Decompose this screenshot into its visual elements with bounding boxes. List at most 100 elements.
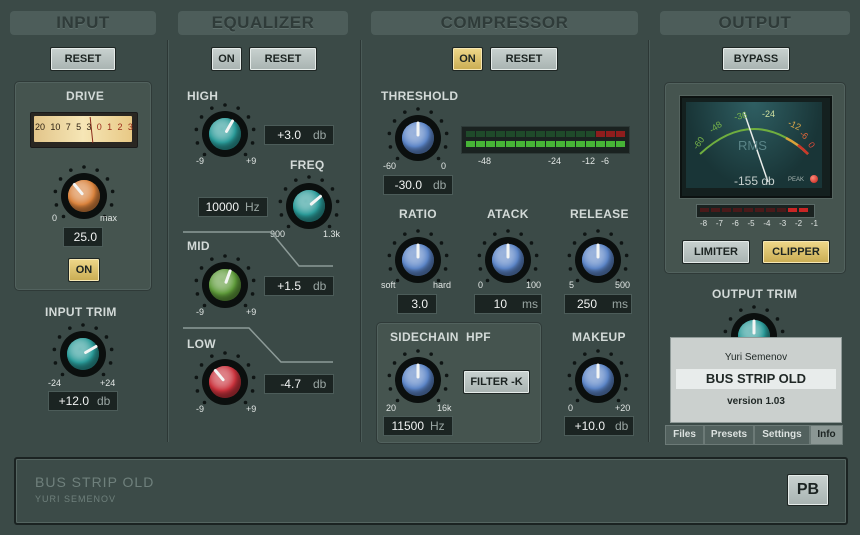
eq-high-min-label: -9 xyxy=(196,156,205,166)
footer-bar xyxy=(14,457,848,525)
eq-freq-value-display[interactable]: 10000 Hz xyxy=(198,197,268,217)
makeup-value-display[interactable]: +10.0 db xyxy=(564,416,634,436)
output-section-title: OUTPUT xyxy=(660,11,850,35)
output-mini-led xyxy=(766,208,775,212)
release-value-display[interactable]: 250 ms xyxy=(564,294,632,314)
attack-value-display[interactable]: 10 ms xyxy=(474,294,542,314)
gain-reduction-led xyxy=(516,131,525,137)
output-vu-rms-label: RMS xyxy=(738,138,767,153)
compressor-section-title: COMPRESSOR xyxy=(371,11,638,35)
threshold-max-label: 0 xyxy=(441,161,447,171)
gain-reduction-led xyxy=(576,131,585,137)
tab-info[interactable]: Info xyxy=(810,425,843,445)
gain-reduction-led xyxy=(616,131,625,137)
eq-high-max-label: +9 xyxy=(246,156,257,166)
gain-reduction-led xyxy=(496,141,505,147)
output-mini-meter xyxy=(696,204,815,218)
ratio-value-display[interactable]: 3.0 xyxy=(397,294,437,314)
limiter-button[interactable]: LIMITER xyxy=(682,240,750,264)
divider-2 xyxy=(360,40,361,442)
release-min-label: 5 xyxy=(569,280,575,290)
gain-reduction-led xyxy=(486,131,495,137)
drive-vu-scale: 20 10 7 5 3 0 1 2 3 xyxy=(35,122,133,132)
gain-reduction-led xyxy=(566,141,575,147)
info-author: Yuri Semenov xyxy=(724,352,788,363)
tab-settings[interactable]: Settings xyxy=(754,425,810,445)
gain-reduction-led xyxy=(486,141,495,147)
eq-low-min-label: -9 xyxy=(196,404,205,414)
gain-reduction-led xyxy=(606,141,615,147)
output-vu-label-24: -24 xyxy=(762,109,776,119)
clipper-button[interactable]: CLIPPER xyxy=(762,240,830,264)
footer-title: BUS STRIP OLD xyxy=(35,474,155,490)
eq-freq-label: FREQ xyxy=(290,158,325,172)
info-version: version 1.03 xyxy=(727,396,785,407)
input-trim-max-label: +24 xyxy=(100,378,116,388)
gain-reduction-led xyxy=(596,141,605,147)
makeup-min-label: 0 xyxy=(568,403,574,413)
gain-reduction-led xyxy=(586,141,595,147)
output-mini-led xyxy=(788,208,797,212)
tab-files[interactable]: Files xyxy=(665,425,704,445)
info-panel: Yuri Semenov BUS STRIP OLD version 1.03 xyxy=(670,337,842,423)
gain-reduction-led xyxy=(466,141,475,147)
output-vu-peak-label: PEAK xyxy=(788,177,805,183)
gain-reduction-led xyxy=(586,131,595,137)
equalizer-section-title: EQUALIZER xyxy=(178,11,348,35)
output-mini-led xyxy=(722,208,731,212)
threshold-min-label: -60 xyxy=(383,161,397,171)
comp-reset-button[interactable]: RESET xyxy=(490,47,558,71)
drive-label: DRIVE xyxy=(66,89,105,103)
drive-on-button[interactable]: ON xyxy=(68,258,100,282)
makeup-label: MAKEUP xyxy=(572,330,626,344)
gain-reduction-led xyxy=(556,131,565,137)
ratio-max-label: hard xyxy=(433,280,452,290)
bypass-button[interactable]: BYPASS xyxy=(722,47,790,71)
eq-reset-button[interactable]: RESET xyxy=(249,47,317,71)
gain-reduction-led xyxy=(596,131,605,137)
attack-label: ATACK xyxy=(487,207,529,221)
input-trim-value-display[interactable]: +12.0 db xyxy=(48,391,118,411)
output-mini-scale: -8 -7 -6 -5 -4 -3 -2 -1 xyxy=(700,219,818,228)
gain-reduction-led xyxy=(536,141,545,147)
input-reset-button[interactable]: RESET xyxy=(50,47,116,71)
eq-low-value-display[interactable]: -4.7 db xyxy=(264,374,334,394)
gain-reduction-led xyxy=(536,131,545,137)
comp-on-button[interactable]: ON xyxy=(452,47,483,71)
gain-reduction-led xyxy=(576,141,585,147)
gain-reduction-led xyxy=(606,131,615,137)
tab-presets[interactable]: Presets xyxy=(704,425,754,445)
gain-reduction-led xyxy=(616,141,625,147)
threshold-value-display[interactable]: -30.0 db xyxy=(383,175,453,195)
threshold-label: THRESHOLD xyxy=(381,89,459,103)
output-mini-led xyxy=(799,208,808,212)
pb-button[interactable]: PB xyxy=(787,474,829,506)
eq-mid-value-display[interactable]: +1.5 db xyxy=(264,276,334,296)
output-mini-led xyxy=(700,208,709,212)
eq-mid-min-label: -9 xyxy=(196,307,205,317)
gain-reduction-led xyxy=(546,131,555,137)
input-trim-knob[interactable] xyxy=(51,322,115,386)
ratio-label: RATIO xyxy=(399,207,437,221)
drive-value-display[interactable]: 25.0 xyxy=(63,227,103,247)
gain-reduction-led xyxy=(546,141,555,147)
output-vu-meter: -60 -48 -36 -24 -12 -6 0 RMS -155 db PEA… xyxy=(680,96,832,198)
input-trim-min-label: -24 xyxy=(48,378,62,388)
meter-scale-24: -24 xyxy=(548,156,562,166)
eq-mid-label: MID xyxy=(187,239,210,253)
gain-reduction-led xyxy=(506,141,515,147)
gain-reduction-led xyxy=(476,141,485,147)
gain-reduction-led xyxy=(476,131,485,137)
divider-1 xyxy=(167,40,168,442)
eq-high-value-display[interactable]: +3.0 db xyxy=(264,125,334,145)
divider-3 xyxy=(648,40,649,442)
eq-mid-max-label: +9 xyxy=(246,307,257,317)
output-trim-label: OUTPUT TRIM xyxy=(712,287,798,301)
output-mini-led xyxy=(777,208,786,212)
meter-scale-12: -12 xyxy=(582,156,596,166)
eq-on-button[interactable]: ON xyxy=(211,47,242,71)
drive-vu-meter: 20 10 7 5 3 0 1 2 3 xyxy=(30,112,138,148)
filter-k-button[interactable]: FILTER -K xyxy=(463,370,530,394)
sidechain-hpf-value-display[interactable]: 11500 Hz xyxy=(383,416,453,436)
sidechain-hpf-max-label: 16k xyxy=(437,403,452,413)
